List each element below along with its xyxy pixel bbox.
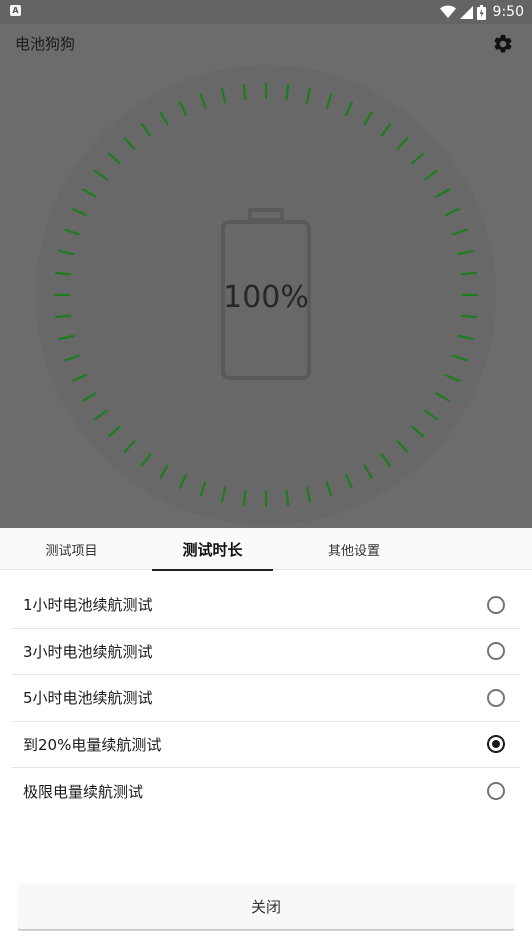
radio-button[interactable] <box>487 642 505 661</box>
option-label: 极限电量续航测试 <box>23 782 144 801</box>
radio-button[interactable] <box>487 688 505 707</box>
bottom-sheet: 测试项目 测试时长 其他设置 1小时电池续航测试 3小时电池续航测试 5小时电池… <box>0 528 532 944</box>
tab-label: 测试项目 <box>45 543 98 559</box>
tab-test-items[interactable]: 测试项目 <box>0 528 143 570</box>
close-button[interactable]: 关闭 <box>18 884 514 929</box>
option-label: 到20%电量续航测试 <box>23 735 162 754</box>
tab-indicator <box>152 569 273 571</box>
option-1h[interactable]: 1小时电池续航测试 <box>12 582 520 629</box>
duration-options: 1小时电池续航测试 3小时电池续航测试 5小时电池续航测试 到20%电量续航测试… <box>12 582 520 815</box>
screen: A 9:50 电池狗狗 100% 测试项目 测试时长 其他设置 1小时电池续航测… <box>0 0 532 944</box>
tab-test-duration[interactable]: 测试时长 <box>152 528 273 571</box>
option-to-20-percent[interactable]: 到20%电量续航测试 <box>12 722 520 768</box>
tab-other-settings[interactable]: 其他设置 <box>284 528 424 570</box>
option-limit[interactable]: 极限电量续航测试 <box>12 768 520 815</box>
tab-label: 其他设置 <box>327 543 380 559</box>
option-label: 3小时电池续航测试 <box>23 642 153 661</box>
option-label: 5小时电池续航测试 <box>23 689 153 708</box>
radio-button[interactable] <box>487 782 505 801</box>
option-5h[interactable]: 5小时电池续航测试 <box>12 675 520 722</box>
option-label: 1小时电池续航测试 <box>23 596 153 615</box>
tab-bar: 测试项目 测试时长 其他设置 <box>0 528 532 571</box>
dimmed-app-area[interactable]: A 9:50 电池狗狗 100% <box>0 0 532 528</box>
radio-button[interactable] <box>487 595 505 614</box>
battery-percent: 100% <box>223 280 309 315</box>
radio-button[interactable] <box>487 735 505 754</box>
battery-gauge: 100% <box>36 65 496 525</box>
tab-label: 测试时长 <box>182 540 243 559</box>
option-3h[interactable]: 3小时电池续航测试 <box>12 629 520 675</box>
